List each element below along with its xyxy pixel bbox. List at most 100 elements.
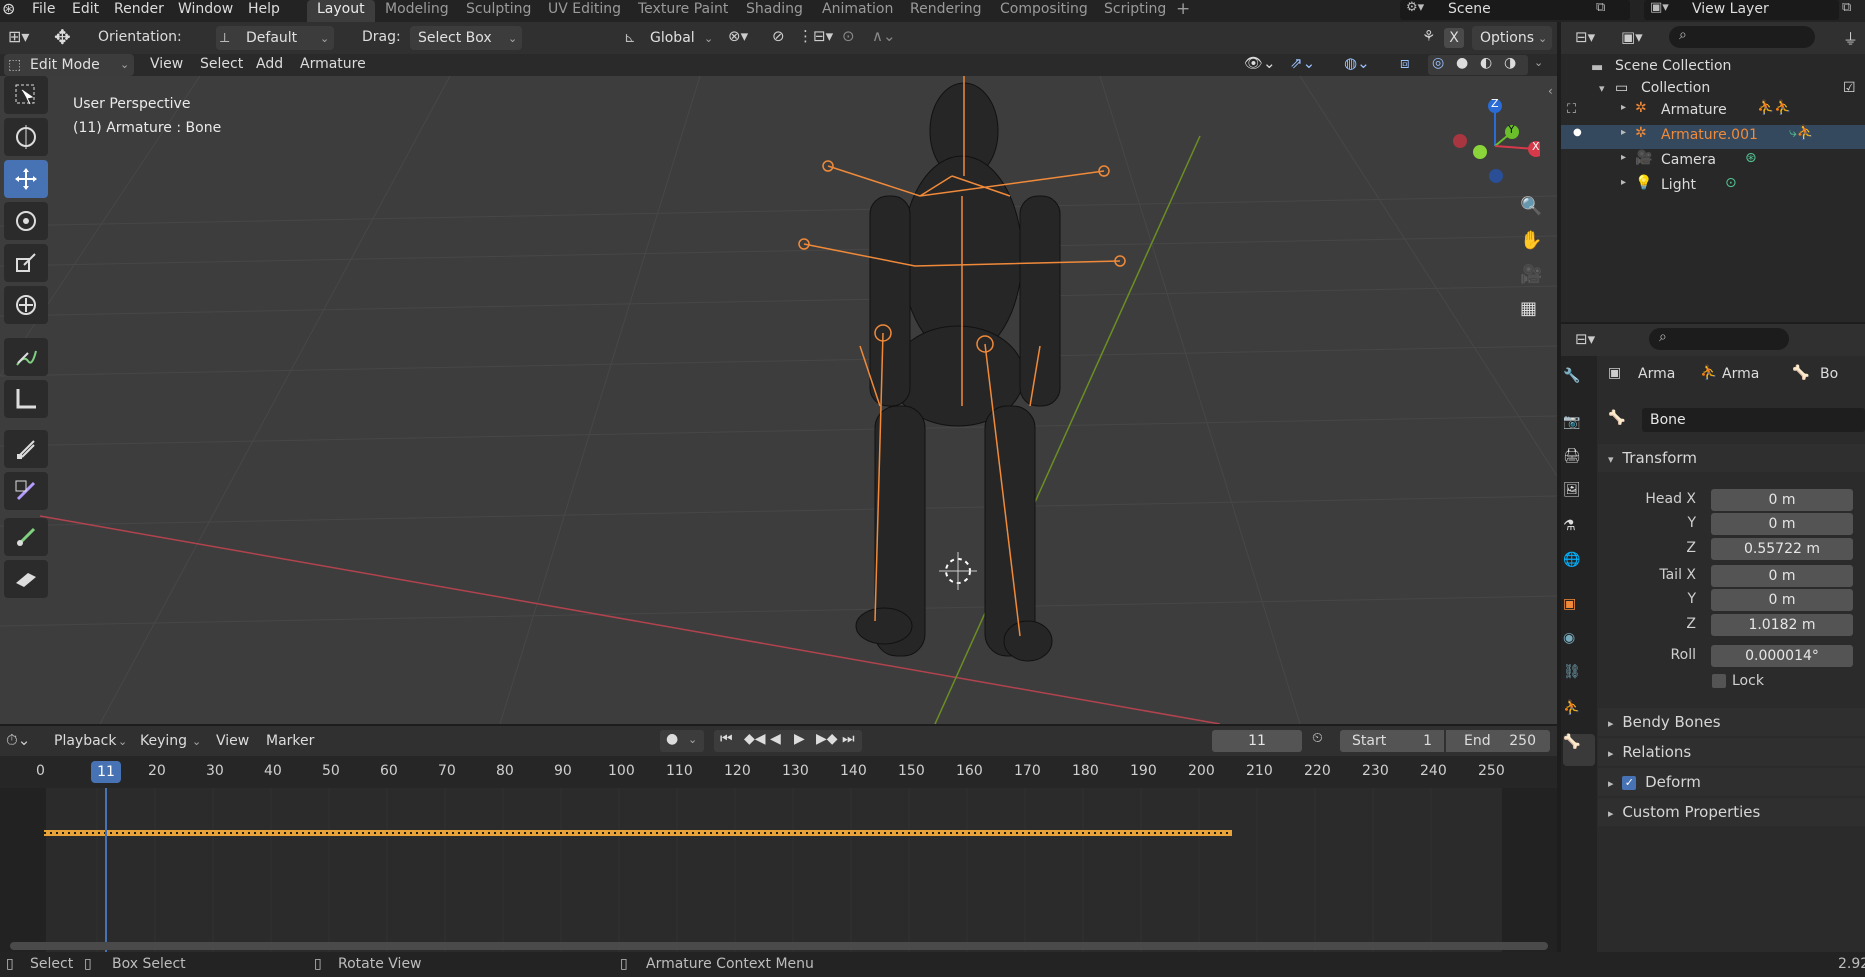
falloff-icon[interactable]: ∧⌄ <box>872 27 896 45</box>
tab-scripting[interactable]: Scripting <box>1104 0 1166 22</box>
timeline-area[interactable]: 0 11 20 30 40 50 60 70 80 90 100 110 120… <box>0 756 1557 952</box>
object-tab-icon[interactable]: ▣ <box>1563 596 1595 628</box>
pan-hand-icon[interactable]: ✋ <box>1520 230 1542 251</box>
world-tab-icon[interactable]: 🌐 <box>1563 552 1595 584</box>
timeline-editor-type-icon[interactable]: ⏱⌄ <box>6 731 30 749</box>
menu-help[interactable]: Help <box>248 0 280 22</box>
measure-tool[interactable] <box>4 380 48 418</box>
tail-z-field[interactable]: 1.0182 m <box>1711 614 1853 636</box>
play-reverse-icon[interactable]: ◀ <box>770 731 781 747</box>
ortho-grid-icon[interactable]: ▦ <box>1520 298 1537 319</box>
current-frame-indicator[interactable]: 11 <box>91 761 121 783</box>
filter-type-icon[interactable]: ▣▾ <box>1621 28 1643 46</box>
collection-checkbox[interactable]: ☑ <box>1843 80 1856 96</box>
tool-tab-icon[interactable]: 🔧 <box>1563 368 1595 400</box>
head-y-field[interactable]: 0 m <box>1711 513 1853 535</box>
bone-tab-icon[interactable]: 🦴 <box>1563 734 1595 766</box>
relations-panel-header[interactable]: ▸ Relations <box>1598 738 1865 766</box>
constraints-tab-icon[interactable]: ⛓ <box>1563 664 1595 696</box>
cursor-tool[interactable] <box>4 118 48 156</box>
view-layer-selector[interactable]: ▣▾ View Layer <box>1644 0 1839 20</box>
expand-icon[interactable]: ▸ <box>1621 152 1626 163</box>
overlay-toggle-icon[interactable]: ◍⌄ <box>1344 54 1370 72</box>
proportional-edit-icon[interactable]: ⊙ <box>842 27 855 45</box>
snap-icon[interactable]: ⊘ <box>772 27 785 45</box>
mirror-icon[interactable]: ⚘ <box>1422 27 1435 45</box>
roll-field[interactable]: 0.000014° <box>1711 645 1853 667</box>
jump-start-icon[interactable]: ⏮ <box>720 731 733 747</box>
timeline-scrollbar[interactable] <box>10 942 1548 950</box>
visibility-icon[interactable]: 👁⌄ <box>1244 54 1276 72</box>
physics-tab-icon[interactable]: ◉ <box>1563 630 1595 662</box>
extrude-cursor-tool[interactable] <box>4 472 48 510</box>
preview-range-icon[interactable]: ⏲ <box>1312 730 1323 746</box>
tab-uv-editing[interactable]: UV Editing <box>548 0 621 22</box>
transform-tool[interactable] <box>4 286 48 324</box>
lock-checkbox[interactable] <box>1712 674 1726 688</box>
extrude-tool[interactable] <box>4 430 48 468</box>
transform-orientation-dropdown[interactable]: ⊾ Global ⌄ <box>620 26 718 50</box>
prev-keyframe-icon[interactable]: ◆◀ <box>744 731 766 747</box>
menu-marker[interactable]: Marker <box>266 733 314 749</box>
outliner-row-armature-001[interactable]: ● ▸ ✲ Armature.001 ⤷⛹ <box>1561 125 1865 149</box>
options-dropdown[interactable]: Options ⌄ <box>1472 26 1552 50</box>
expand-icon[interactable]: ▸ <box>1621 102 1626 113</box>
blender-logo-icon[interactable]: ⊛ <box>2 0 15 22</box>
bendy-bones-panel-header[interactable]: ▸ Bendy Bones <box>1598 708 1865 736</box>
gizmo-toggle-icon[interactable]: ⇗⌄ <box>1290 54 1315 72</box>
wireframe-shading-icon[interactable]: ◎ <box>1432 55 1444 71</box>
tab-modeling[interactable]: Modeling <box>385 0 449 22</box>
custom-properties-panel-header[interactable]: ▸ Custom Properties <box>1598 798 1865 826</box>
drag-dropdown[interactable]: Select Box ⌄ <box>410 26 522 50</box>
menu-view-timeline[interactable]: View <box>216 733 249 749</box>
deform-panel-header[interactable]: ▸ ✓ Deform <box>1598 768 1865 796</box>
solid-shading-icon[interactable]: ● <box>1456 55 1468 71</box>
tab-texture-paint[interactable]: Texture Paint <box>638 0 728 22</box>
menu-render[interactable]: Render <box>114 0 164 22</box>
scene-tab-icon[interactable]: ⚗ <box>1563 518 1595 550</box>
properties-editor-type-icon[interactable]: ⊟▾ <box>1575 330 1595 348</box>
tab-compositing[interactable]: Compositing <box>1000 0 1088 22</box>
menu-window[interactable]: Window <box>178 0 233 22</box>
breadcrumb-bone[interactable]: Bo <box>1820 366 1838 382</box>
menu-view[interactable]: View <box>150 56 183 72</box>
current-frame-field[interactable]: 11 <box>1212 730 1302 752</box>
deform-checkbox[interactable]: ✓ <box>1622 775 1637 790</box>
display-mode-icon[interactable]: ⊟▾ <box>1575 28 1595 46</box>
outliner-row-camera[interactable]: ▸ 🎥 Camera ⊛ <box>1561 150 1865 174</box>
output-tab-icon[interactable]: 🖨 <box>1563 448 1595 480</box>
view-layer-copy-icon[interactable]: ⧉ <box>1842 0 1851 15</box>
xray-toggle-icon[interactable]: ⧈ <box>1400 54 1410 72</box>
breadcrumb-object[interactable]: Arma <box>1638 366 1675 382</box>
menu-keying[interactable]: Keying <box>140 733 187 749</box>
bone-name-field[interactable]: Bone <box>1642 408 1865 432</box>
bone-size-tool[interactable] <box>4 560 48 598</box>
jump-end-icon[interactable]: ⏭ <box>842 731 855 747</box>
material-shading-icon[interactable]: ◐ <box>1480 55 1492 71</box>
scene-copy-icon[interactable]: ⧉ <box>1596 0 1605 15</box>
properties-search-input[interactable]: ⌕ <box>1649 328 1789 350</box>
transform-panel-header[interactable]: ▾ Transform <box>1598 444 1865 472</box>
collection-label[interactable]: Collection <box>1641 80 1710 96</box>
menu-select[interactable]: Select <box>200 56 243 72</box>
next-keyframe-icon[interactable]: ▶◆ <box>816 731 838 747</box>
roll-tool[interactable] <box>4 518 48 556</box>
zoom-icon[interactable]: 🔍 <box>1520 196 1542 217</box>
tab-sculpting[interactable]: Sculpting <box>466 0 531 22</box>
expand-icon[interactable]: ▸ <box>1621 127 1626 138</box>
select-box-tool[interactable] <box>4 76 48 114</box>
3d-viewport[interactable]: User Perspective (11) Armature : Bone Z <box>0 76 1557 724</box>
pose-mode-icon[interactable]: ⛶ <box>1567 102 1576 117</box>
play-icon[interactable]: ▶ <box>794 731 805 747</box>
expand-icon[interactable]: ▸ <box>1621 177 1626 188</box>
camera-view-icon[interactable]: 🎥 <box>1520 264 1542 285</box>
tab-layout[interactable]: Layout <box>307 0 375 22</box>
outliner-row-light[interactable]: ▸ 💡 Light ⊙ <box>1561 175 1865 199</box>
start-frame-field[interactable]: Start 1 <box>1340 730 1444 752</box>
move-tool[interactable] <box>4 160 48 198</box>
rotate-tool[interactable] <box>4 202 48 240</box>
scene-collection-label[interactable]: Scene Collection <box>1615 58 1731 74</box>
armature-data-tab-icon[interactable]: ⛹ <box>1563 700 1595 732</box>
pivot-point-icon[interactable]: ⊗▾ <box>728 27 748 45</box>
editor-type-icon[interactable]: ⊞▾ <box>8 27 29 46</box>
